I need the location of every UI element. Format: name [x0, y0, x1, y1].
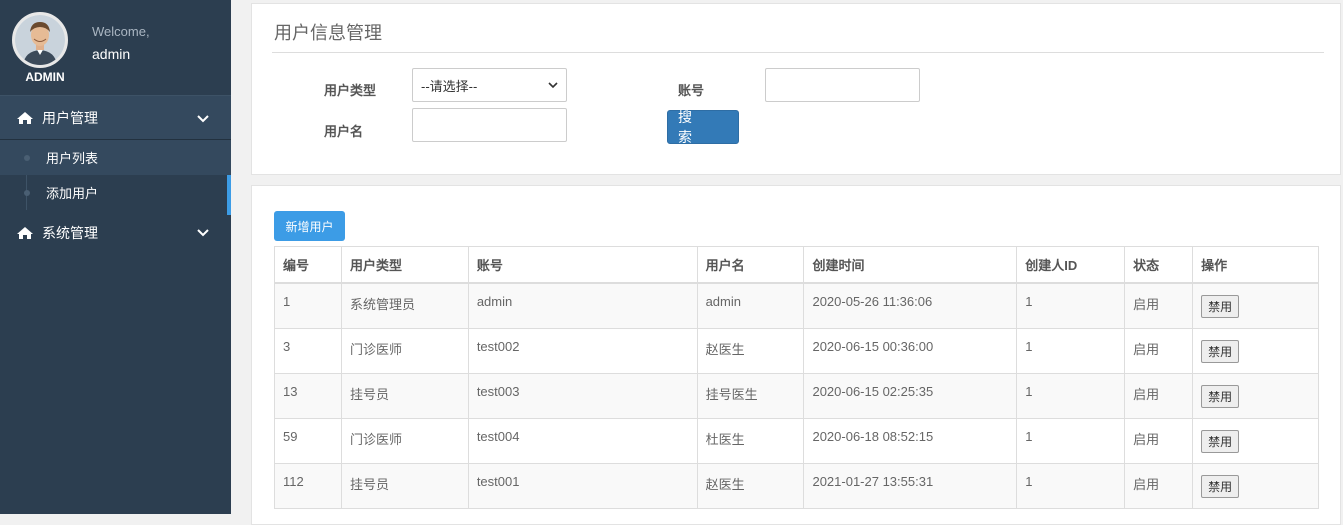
cell-id: 3 [274, 327, 342, 374]
user-management-submenu: 用户列表 添加用户 [0, 140, 231, 210]
cell-account: test002 [467, 327, 698, 374]
cell-created-time: 2020-05-26 11:36:06 [803, 282, 1018, 329]
cell-user-type: 挂号员 [340, 462, 469, 509]
cell-actions: 禁用 [1192, 462, 1319, 509]
title-divider [272, 52, 1324, 53]
column-header: 账号 [467, 246, 698, 284]
cell-username: 赵医生 [696, 327, 805, 374]
column-header: 编号 [274, 246, 342, 284]
username-label: 用户名 [324, 124, 364, 139]
sidebar-menu: 用户管理 用户列表 添加用户 系统管理 [0, 95, 231, 255]
cell-actions: 禁用 [1192, 417, 1319, 464]
cell-account: test003 [467, 372, 698, 419]
cell-created-time: 2020-06-15 00:36:00 [803, 327, 1018, 374]
disable-button[interactable]: 禁用 [1201, 384, 1240, 408]
cell-created-time: 2020-06-15 02:25:35 [803, 372, 1018, 419]
user-type-selected-value: --请选择-- [421, 78, 478, 94]
cell-id: 1 [274, 282, 342, 329]
column-header: 创建人ID [1016, 246, 1126, 284]
table-row: 59 门诊医师 test004 杜医生 2020-06-18 08:52:15 … [274, 417, 1319, 464]
disable-button[interactable]: 禁用 [1201, 429, 1240, 453]
cell-id: 13 [274, 372, 342, 419]
cell-status: 启用 [1124, 372, 1194, 419]
cell-user-type: 系统管理员 [340, 282, 469, 329]
cell-created-time: 2020-06-18 08:52:15 [803, 417, 1018, 464]
cell-username: 赵医生 [696, 462, 805, 509]
cell-created-time: 2021-01-27 13:55:31 [803, 462, 1018, 509]
cell-id: 59 [274, 417, 342, 464]
cell-username: 杜医生 [696, 417, 805, 464]
sidebar-item-label: 用户列表 [46, 151, 99, 166]
cell-status: 启用 [1124, 327, 1194, 374]
column-header: 用户类型 [340, 246, 469, 284]
cell-actions: 禁用 [1192, 282, 1319, 329]
home-icon [16, 226, 34, 240]
column-header: 操作 [1192, 246, 1319, 284]
cell-user-type: 门诊医师 [340, 417, 469, 464]
cell-actions: 禁用 [1192, 327, 1319, 374]
account-label: 账号 [678, 83, 705, 98]
cell-account: test001 [467, 462, 698, 509]
chevron-down-icon [197, 229, 209, 237]
bullet-icon [24, 155, 30, 161]
welcome-text: Welcome, [92, 24, 150, 39]
cell-status: 启用 [1124, 462, 1194, 509]
sidebar: ADMIN Welcome, admin 用户管理 用户列表 添加用户 系统管理 [0, 0, 231, 514]
search-panel: 用户信息管理 用户类型 --请选择-- 账号 用户名 搜 索 [251, 3, 1341, 175]
table-panel: 新增用户 编号 用户类型 账号 用户名 创建时间 创建人ID 状态 操作 1 系… [251, 185, 1341, 525]
sidebar-item-add-user[interactable]: 添加用户 [0, 175, 231, 210]
username-text: admin [92, 46, 131, 62]
cell-user-type: 挂号员 [340, 372, 469, 419]
cell-creator-id: 1 [1016, 417, 1126, 464]
add-user-button[interactable]: 新增用户 [274, 211, 345, 241]
page-title: 用户信息管理 [274, 23, 382, 43]
cell-creator-id: 1 [1016, 282, 1126, 329]
search-button[interactable]: 搜 索 [667, 109, 739, 145]
cell-status: 启用 [1124, 282, 1194, 329]
chevron-down-icon [197, 115, 209, 123]
role-label: ADMIN [25, 70, 65, 84]
cell-username: admin [696, 282, 805, 329]
cell-actions: 禁用 [1192, 372, 1319, 419]
username-input[interactable] [412, 108, 567, 142]
menu-user-management-label: 用户管理 [42, 109, 98, 126]
cell-creator-id: 1 [1016, 462, 1126, 509]
disable-button[interactable]: 禁用 [1201, 474, 1240, 498]
column-header: 用户名 [696, 246, 805, 284]
table-row: 3 门诊医师 test002 赵医生 2020-06-15 00:36:00 1… [274, 327, 1319, 374]
column-header: 创建时间 [803, 246, 1018, 284]
cell-username: 挂号医生 [696, 372, 805, 419]
cell-account: test004 [467, 417, 698, 464]
bullet-icon [24, 190, 30, 196]
sidebar-item-user-list[interactable]: 用户列表 [0, 140, 231, 175]
home-icon [16, 111, 34, 125]
avatar[interactable] [12, 12, 68, 68]
cell-status: 启用 [1124, 417, 1194, 464]
cell-account: admin [467, 282, 698, 329]
cell-id: 112 [274, 462, 342, 509]
column-header: 状态 [1124, 246, 1194, 284]
user-table: 编号 用户类型 账号 用户名 创建时间 创建人ID 状态 操作 1 系统管理员 … [274, 246, 1319, 509]
table-row: 13 挂号员 test003 挂号医生 2020-06-15 02:25:35 … [274, 372, 1319, 419]
user-type-select[interactable]: --请选择-- [412, 68, 567, 102]
disable-button[interactable]: 禁用 [1201, 295, 1240, 318]
table-row: 112 挂号员 test001 赵医生 2021-01-27 13:55:31 … [274, 462, 1319, 509]
user-type-label: 用户类型 [324, 83, 377, 98]
menu-system-management-label: 系统管理 [42, 224, 98, 241]
chevron-down-icon [548, 81, 558, 88]
table-row: 1 系统管理员 admin admin 2020-05-26 11:36:06 … [274, 282, 1319, 329]
menu-system-management[interactable]: 系统管理 [0, 210, 231, 255]
cell-user-type: 门诊医师 [340, 327, 469, 374]
disable-button[interactable]: 禁用 [1201, 339, 1240, 363]
avatar-image [15, 15, 65, 65]
profile-area: ADMIN Welcome, admin [0, 0, 231, 95]
menu-user-management[interactable]: 用户管理 [0, 95, 231, 140]
cell-creator-id: 1 [1016, 372, 1126, 419]
table-header-row: 编号 用户类型 账号 用户名 创建时间 创建人ID 状态 操作 [274, 246, 1319, 284]
cell-creator-id: 1 [1016, 327, 1126, 374]
account-input[interactable] [765, 68, 920, 102]
sidebar-item-label: 添加用户 [46, 186, 99, 201]
